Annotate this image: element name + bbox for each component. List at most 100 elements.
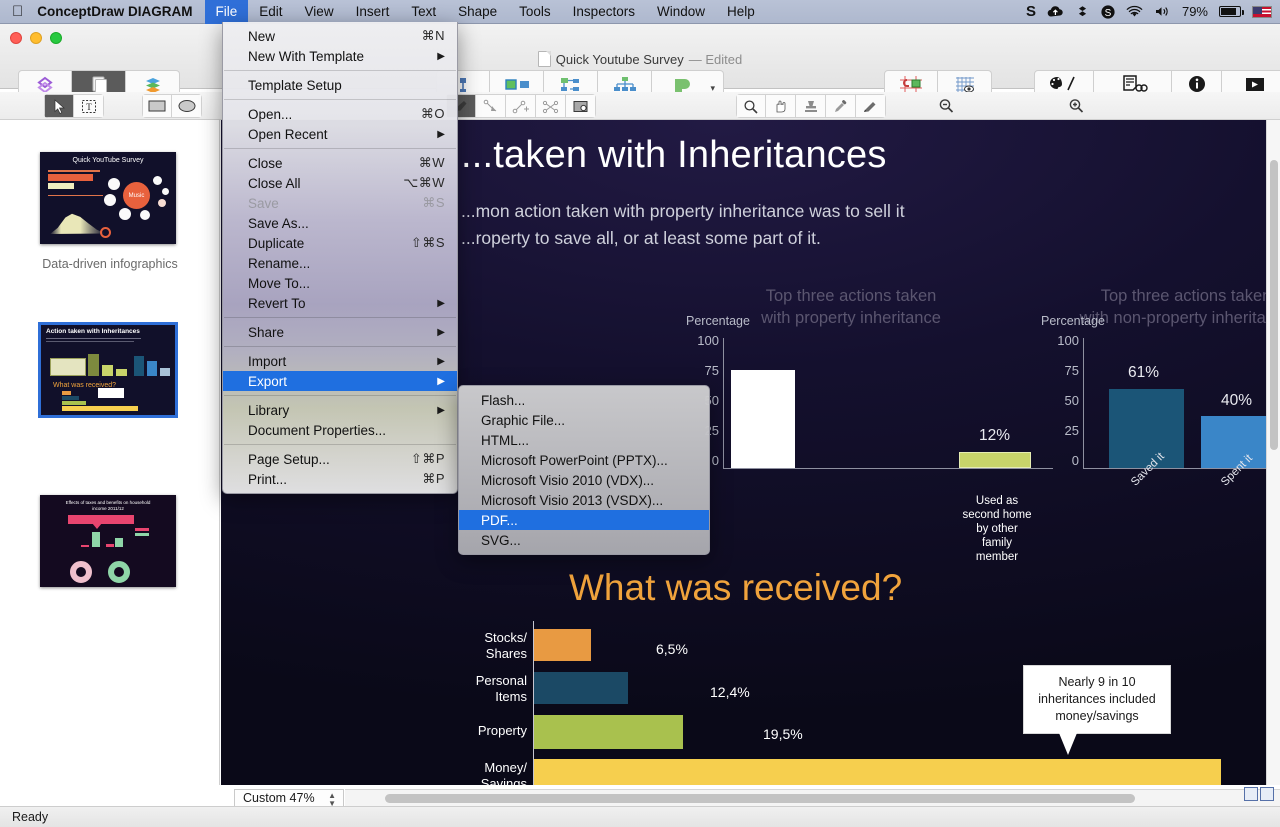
menu-item-duplicate[interactable]: Duplicate ⇧⌘S: [223, 233, 457, 253]
menu-item-page-setup[interactable]: Page Setup... ⇧⌘P: [223, 449, 457, 469]
menu-inspectors[interactable]: Inspectors: [562, 0, 646, 24]
infographic-subtitle-line2: ...roperty to save all, or at least some…: [461, 228, 821, 248]
volume-icon[interactable]: [1154, 5, 1171, 18]
menu-edit[interactable]: Edit: [248, 0, 293, 24]
cloud-upload-icon[interactable]: [1047, 5, 1064, 18]
submenu-item-pdf[interactable]: PDF...: [459, 510, 709, 530]
brush-tool-button[interactable]: [856, 94, 886, 118]
left-bar-3: [959, 452, 1031, 468]
menu-item-close[interactable]: Close ⌘W: [223, 153, 457, 173]
rectangle-tool-button[interactable]: [142, 94, 172, 118]
page-nav-icon[interactable]: [1260, 787, 1274, 801]
menu-text[interactable]: Text: [400, 0, 447, 24]
page-thumbnail-3[interactable]: Effects of taxes and benefits on househo…: [40, 495, 176, 587]
menu-item-share[interactable]: Share ▶: [223, 322, 457, 342]
menu-separator: [224, 70, 456, 71]
menu-file[interactable]: File: [204, 0, 249, 24]
magnifier-tool-button[interactable]: [736, 94, 766, 118]
menu-separator: [224, 99, 456, 100]
menu-item-open-recent[interactable]: Open Recent ▶: [223, 124, 457, 144]
menu-view[interactable]: View: [294, 0, 345, 24]
close-window-button[interactable]: [10, 32, 22, 44]
menu-item-import[interactable]: Import ▶: [223, 351, 457, 371]
page-thumbnail-2[interactable]: Action taken with Inheritances What was …: [38, 322, 178, 418]
connector-pointer-button[interactable]: [476, 94, 506, 118]
money-callout-line1: Nearly 9 in 10: [1058, 675, 1136, 689]
zoom-out-icon[interactable]: [938, 98, 955, 119]
submenu-item-vsdx[interactable]: Microsoft Visio 2013 (VSDX)...: [459, 490, 709, 510]
connector-add-button[interactable]: [506, 94, 536, 118]
connector-settings-button[interactable]: [566, 94, 596, 118]
battery-icon[interactable]: [1219, 6, 1244, 17]
minimize-window-button[interactable]: [30, 32, 42, 44]
export-submenu[interactable]: Flash... Graphic File... HTML... Microso…: [458, 385, 710, 555]
menu-tools[interactable]: Tools: [508, 0, 562, 24]
submenu-item-pptx[interactable]: Microsoft PowerPoint (PPTX)...: [459, 450, 709, 470]
page-thumbnail-1[interactable]: Quick YouTube Survey Music Data-driven i…: [40, 152, 178, 271]
submenu-item-flash[interactable]: Flash...: [459, 390, 709, 410]
vscroll-knob[interactable]: [1270, 160, 1278, 450]
menu-item-close-all[interactable]: Close All ⌥⌘W: [223, 173, 457, 193]
apple-logo-icon[interactable]: : [0, 4, 35, 19]
menu-item-library[interactable]: Library ▶: [223, 400, 457, 420]
ellipse-tool-button[interactable]: [172, 94, 202, 118]
menu-item-revert-to[interactable]: Revert To ▶: [223, 293, 457, 313]
view-tool-group: [736, 94, 886, 118]
submenu-item-graphic-file[interactable]: Graphic File...: [459, 410, 709, 430]
right-chart-xaxis: [1083, 468, 1280, 469]
page-thumbnail-1-image[interactable]: Quick YouTube Survey Music: [40, 152, 176, 244]
menu-item-new-with-template[interactable]: New With Template ▶: [223, 46, 457, 66]
wifi-icon[interactable]: [1126, 5, 1143, 18]
menu-item-document-properties[interactable]: Document Properties...: [223, 420, 457, 440]
menu-item-save-as[interactable]: Save As...: [223, 213, 457, 233]
menu-shape[interactable]: Shape: [447, 0, 508, 24]
stamp-tool-button[interactable]: [796, 94, 826, 118]
skype-icon[interactable]: S: [1101, 4, 1115, 19]
submenu-item-html[interactable]: HTML...: [459, 430, 709, 450]
sidebar-scrollbar[interactable]: [213, 124, 218, 424]
left-chart-title-line2: with property inheritance: [761, 309, 941, 327]
status-text: Ready: [12, 810, 49, 824]
skitch-icon[interactable]: S: [1026, 3, 1036, 20]
right-bar-saved: [1109, 389, 1184, 468]
menu-item-new[interactable]: New ⌘N: [223, 26, 457, 46]
hand-tool-button[interactable]: [766, 94, 796, 118]
menu-help[interactable]: Help: [716, 0, 766, 24]
fit-page-icon[interactable]: [1244, 787, 1258, 801]
menu-insert[interactable]: Insert: [345, 0, 401, 24]
text-select-tool-button[interactable]: T: [74, 94, 104, 118]
zoom-level-field[interactable]: Custom 47% ▲ ▼: [234, 789, 344, 808]
right-ytick-75: 75: [1064, 363, 1079, 378]
eyedropper-tool-button[interactable]: [826, 94, 856, 118]
zoom-in-icon[interactable]: [1068, 98, 1085, 119]
tool-palette-row: T: [0, 92, 1280, 201]
left-ytick-75: 75: [704, 363, 719, 378]
hbar-label-property: Property: [477, 723, 527, 738]
menu-item-rename[interactable]: Rename...: [223, 253, 457, 273]
menu-item-move-to[interactable]: Move To...: [223, 273, 457, 293]
hbar-stocks-value: 6,5%: [656, 641, 688, 657]
menu-item-export[interactable]: Export ▶: [223, 371, 457, 391]
menu-window[interactable]: Window: [646, 0, 716, 24]
menu-item-print[interactable]: Print... ⌘P: [223, 469, 457, 489]
canvas-horizontal-scrollbar[interactable]: [345, 789, 1280, 806]
page-thumbnail-3-image[interactable]: Effects of taxes and benefits on househo…: [40, 495, 176, 587]
right-chart-ylabel: Percentage: [1041, 314, 1105, 328]
hscroll-knob[interactable]: [385, 794, 1135, 803]
us-flag-icon[interactable]: [1252, 5, 1272, 18]
submenu-item-vdx[interactable]: Microsoft Visio 2010 (VDX)...: [459, 470, 709, 490]
page-thumbnail-2-image[interactable]: Action taken with Inheritances What was …: [38, 322, 178, 418]
menu-item-template-setup[interactable]: Template Setup: [223, 75, 457, 95]
pointer-tool-button[interactable]: [44, 94, 74, 118]
file-menu-dropdown[interactable]: New ⌘N New With Template ▶ Template Setup …: [222, 22, 458, 494]
menu-item-open[interactable]: Open... ⌘O: [223, 104, 457, 124]
app-name-label: ConceptDraw DIAGRAM: [26, 4, 192, 19]
canvas-vertical-scrollbar[interactable]: [1266, 120, 1280, 785]
zoom-stepper[interactable]: ▲ ▼: [328, 792, 336, 808]
submenu-item-svg[interactable]: SVG...: [459, 530, 709, 550]
thumb2-title: Action taken with Inheritances: [46, 328, 140, 335]
pages-sidebar[interactable]: Quick YouTube Survey Music Data-driven i…: [0, 120, 220, 785]
zoom-window-button[interactable]: [50, 32, 62, 44]
dropbox-icon[interactable]: [1075, 5, 1090, 19]
connector-cross-button[interactable]: [536, 94, 566, 118]
